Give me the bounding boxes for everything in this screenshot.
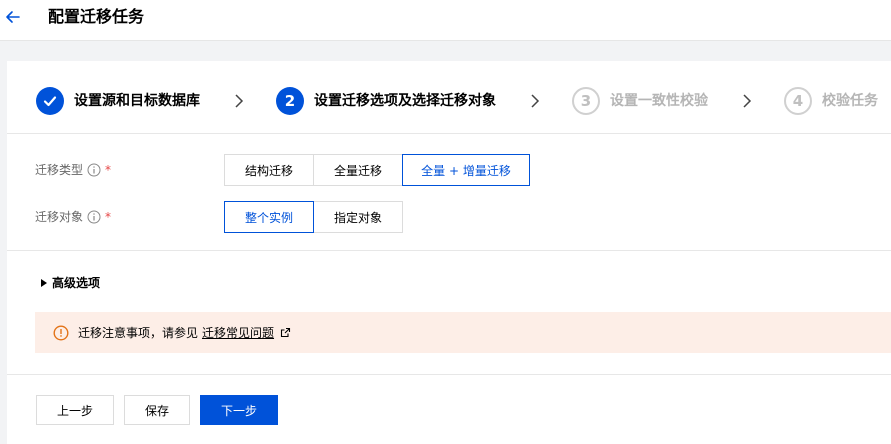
info-icon[interactable] [87, 210, 101, 224]
info-icon[interactable] [87, 163, 101, 177]
step-3-number: 3 [572, 87, 600, 115]
step-2: 2 设置迁移选项及选择迁移对象 [276, 87, 496, 115]
chevron-right-icon [743, 94, 752, 108]
warning-circle-icon [53, 324, 69, 341]
option-specified-objects[interactable]: 指定对象 [313, 201, 403, 233]
save-button[interactable]: 保存 [124, 395, 190, 425]
step-4: 4 校验任务 [784, 87, 878, 115]
step-1: 设置源和目标数据库 [36, 87, 200, 115]
step-1-check-icon [36, 87, 64, 115]
step-2-number: 2 [276, 87, 304, 115]
divider [7, 374, 891, 375]
stepper: 设置源和目标数据库 2 设置迁移选项及选择迁移对象 3 设置一致性校验 4 校验… [7, 61, 891, 134]
option-full-migration[interactable]: 全量迁移 [313, 154, 403, 186]
step-3: 3 设置一致性校验 [572, 87, 708, 115]
prev-step-button[interactable]: 上一步 [36, 395, 114, 425]
divider [7, 250, 891, 251]
option-entire-instance[interactable]: 整个实例 [224, 201, 314, 233]
page-header: 配置迁移任务 [0, 0, 891, 41]
migration-object-label: 迁移对象 * [35, 209, 111, 225]
step-1-label: 设置源和目标数据库 [74, 93, 200, 109]
advanced-options-toggle[interactable]: 高级选项 [40, 275, 100, 291]
option-structure-migration[interactable]: 结构迁移 [224, 154, 314, 186]
option-full-incremental-migration[interactable]: 全量 + 增量迁移 [402, 154, 530, 186]
caret-right-icon [41, 279, 47, 287]
faq-link[interactable]: 迁移常见问题 [202, 324, 274, 341]
step-4-number: 4 [784, 87, 812, 115]
page-title: 配置迁移任务 [48, 7, 145, 26]
step-4-label: 校验任务 [822, 93, 878, 109]
step-3-label: 设置一致性校验 [610, 93, 708, 109]
chevron-right-icon [235, 94, 244, 108]
required-mark: * [105, 210, 112, 224]
notice-text: 迁移注意事项，请参见 [78, 326, 199, 340]
arrow-left-icon[interactable] [4, 8, 22, 26]
step-2-label: 设置迁移选项及选择迁移对象 [314, 93, 496, 109]
migration-type-label: 迁移类型 * [35, 162, 111, 178]
config-card: 设置源和目标数据库 2 设置迁移选项及选择迁移对象 3 设置一致性校验 4 校验… [7, 61, 891, 444]
required-mark: * [105, 163, 112, 177]
next-step-button[interactable]: 下一步 [200, 395, 278, 425]
advanced-options-label: 高级选项 [52, 276, 101, 290]
migration-object-label-text: 迁移对象 [35, 210, 84, 224]
external-link-icon[interactable] [280, 327, 291, 338]
chevron-right-icon [531, 94, 540, 108]
notice-alert: 迁移注意事项，请参见 迁移常见问题 [35, 312, 891, 353]
migration-type-label-text: 迁移类型 [35, 163, 84, 177]
